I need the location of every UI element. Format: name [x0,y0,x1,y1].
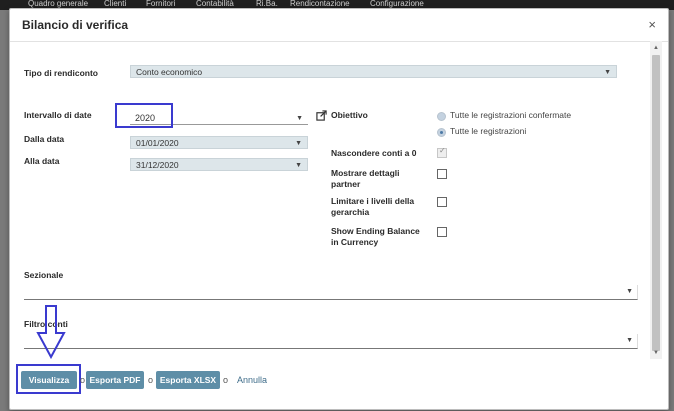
radio-all[interactable] [437,128,446,137]
scroll-thumb[interactable] [652,55,660,351]
date-range-label: Intervallo di date [24,110,92,120]
scroll-down-icon[interactable]: ▼ [653,350,659,356]
or-separator: o [148,375,154,385]
caret-down-icon: ▼ [295,140,302,147]
date-from-label: Dalla data [24,134,65,144]
menu-item[interactable]: Contabilità [196,0,234,8]
dialog-header: Bilancio di verifica × [10,9,668,42]
journal-select[interactable]: ▼ [24,285,638,300]
highlight-box [115,103,173,128]
hide-zero-checkbox[interactable] [437,146,447,158]
date-from-input[interactable]: 01/01/2020 ▼ [130,136,308,149]
or-separator: o [80,375,86,385]
report-dialog: Bilancio di verifica × ▲ ▼ Tipo di rendi… [9,8,669,410]
caret-down-icon: ▼ [626,337,633,344]
export-xlsx-button[interactable]: Esporta XLSX [156,371,220,389]
partner-details-label: Mostrare dettagli partner [331,168,400,189]
report-type-select[interactable]: Conto economico ▼ [130,65,617,78]
menu-item[interactable]: Fornitori [146,0,175,8]
caret-down-icon: ▼ [296,115,303,122]
view-button[interactable]: Visualizza [21,371,77,389]
menu-item[interactable]: Quadro generale [28,0,88,8]
caret-down-icon: ▼ [626,288,633,295]
scroll-up-icon[interactable]: ▲ [653,45,659,51]
export-pdf-button[interactable]: Esporta PDF [86,371,144,389]
ending-balance-label: Show Ending Balance in Currency [331,226,420,247]
ending-balance-checkbox[interactable] [437,227,447,237]
report-type-value: Conto economico [136,67,203,77]
account-filter-select[interactable]: ▼ [24,334,638,349]
close-icon[interactable]: × [648,17,656,32]
menu-item[interactable]: Configurazione [370,0,424,8]
menu-item[interactable]: Ri.Ba. [256,0,278,8]
partner-details-checkbox[interactable] [437,169,447,179]
radio-posted[interactable] [437,112,446,121]
cancel-link[interactable]: Annulla [237,375,267,385]
date-to-value: 31/12/2020 [136,160,179,170]
radio-all-label: Tutte le registrazioni [450,126,527,136]
annotation-arrow-icon [36,305,66,359]
radio-posted-label: Tutte le registrazioni confermate [450,110,572,120]
date-to-label: Alla data [24,156,60,166]
hide-zero-label: Nascondere conti a 0 [331,148,417,158]
or-separator: o [223,375,229,385]
report-type-label: Tipo di rendiconto [24,68,98,78]
caret-down-icon: ▼ [604,69,611,76]
caret-down-icon: ▼ [295,162,302,169]
hierarchy-level-label: Limitare i livelli della gerarchia [331,196,415,217]
menu-item[interactable]: Rendicontazione [290,0,350,8]
date-from-value: 01/01/2020 [136,138,179,148]
journal-label: Sezionale [24,270,64,280]
hierarchy-level-checkbox[interactable] [437,197,447,207]
external-link-icon[interactable] [316,110,327,123]
scrollbar[interactable]: ▲ ▼ [650,41,662,359]
target-label: Obiettivo [331,110,368,120]
date-to-input[interactable]: 31/12/2020 ▼ [130,158,308,171]
menu-item[interactable]: Clienti [104,0,126,8]
dialog-title: Bilancio di verifica [22,18,129,32]
